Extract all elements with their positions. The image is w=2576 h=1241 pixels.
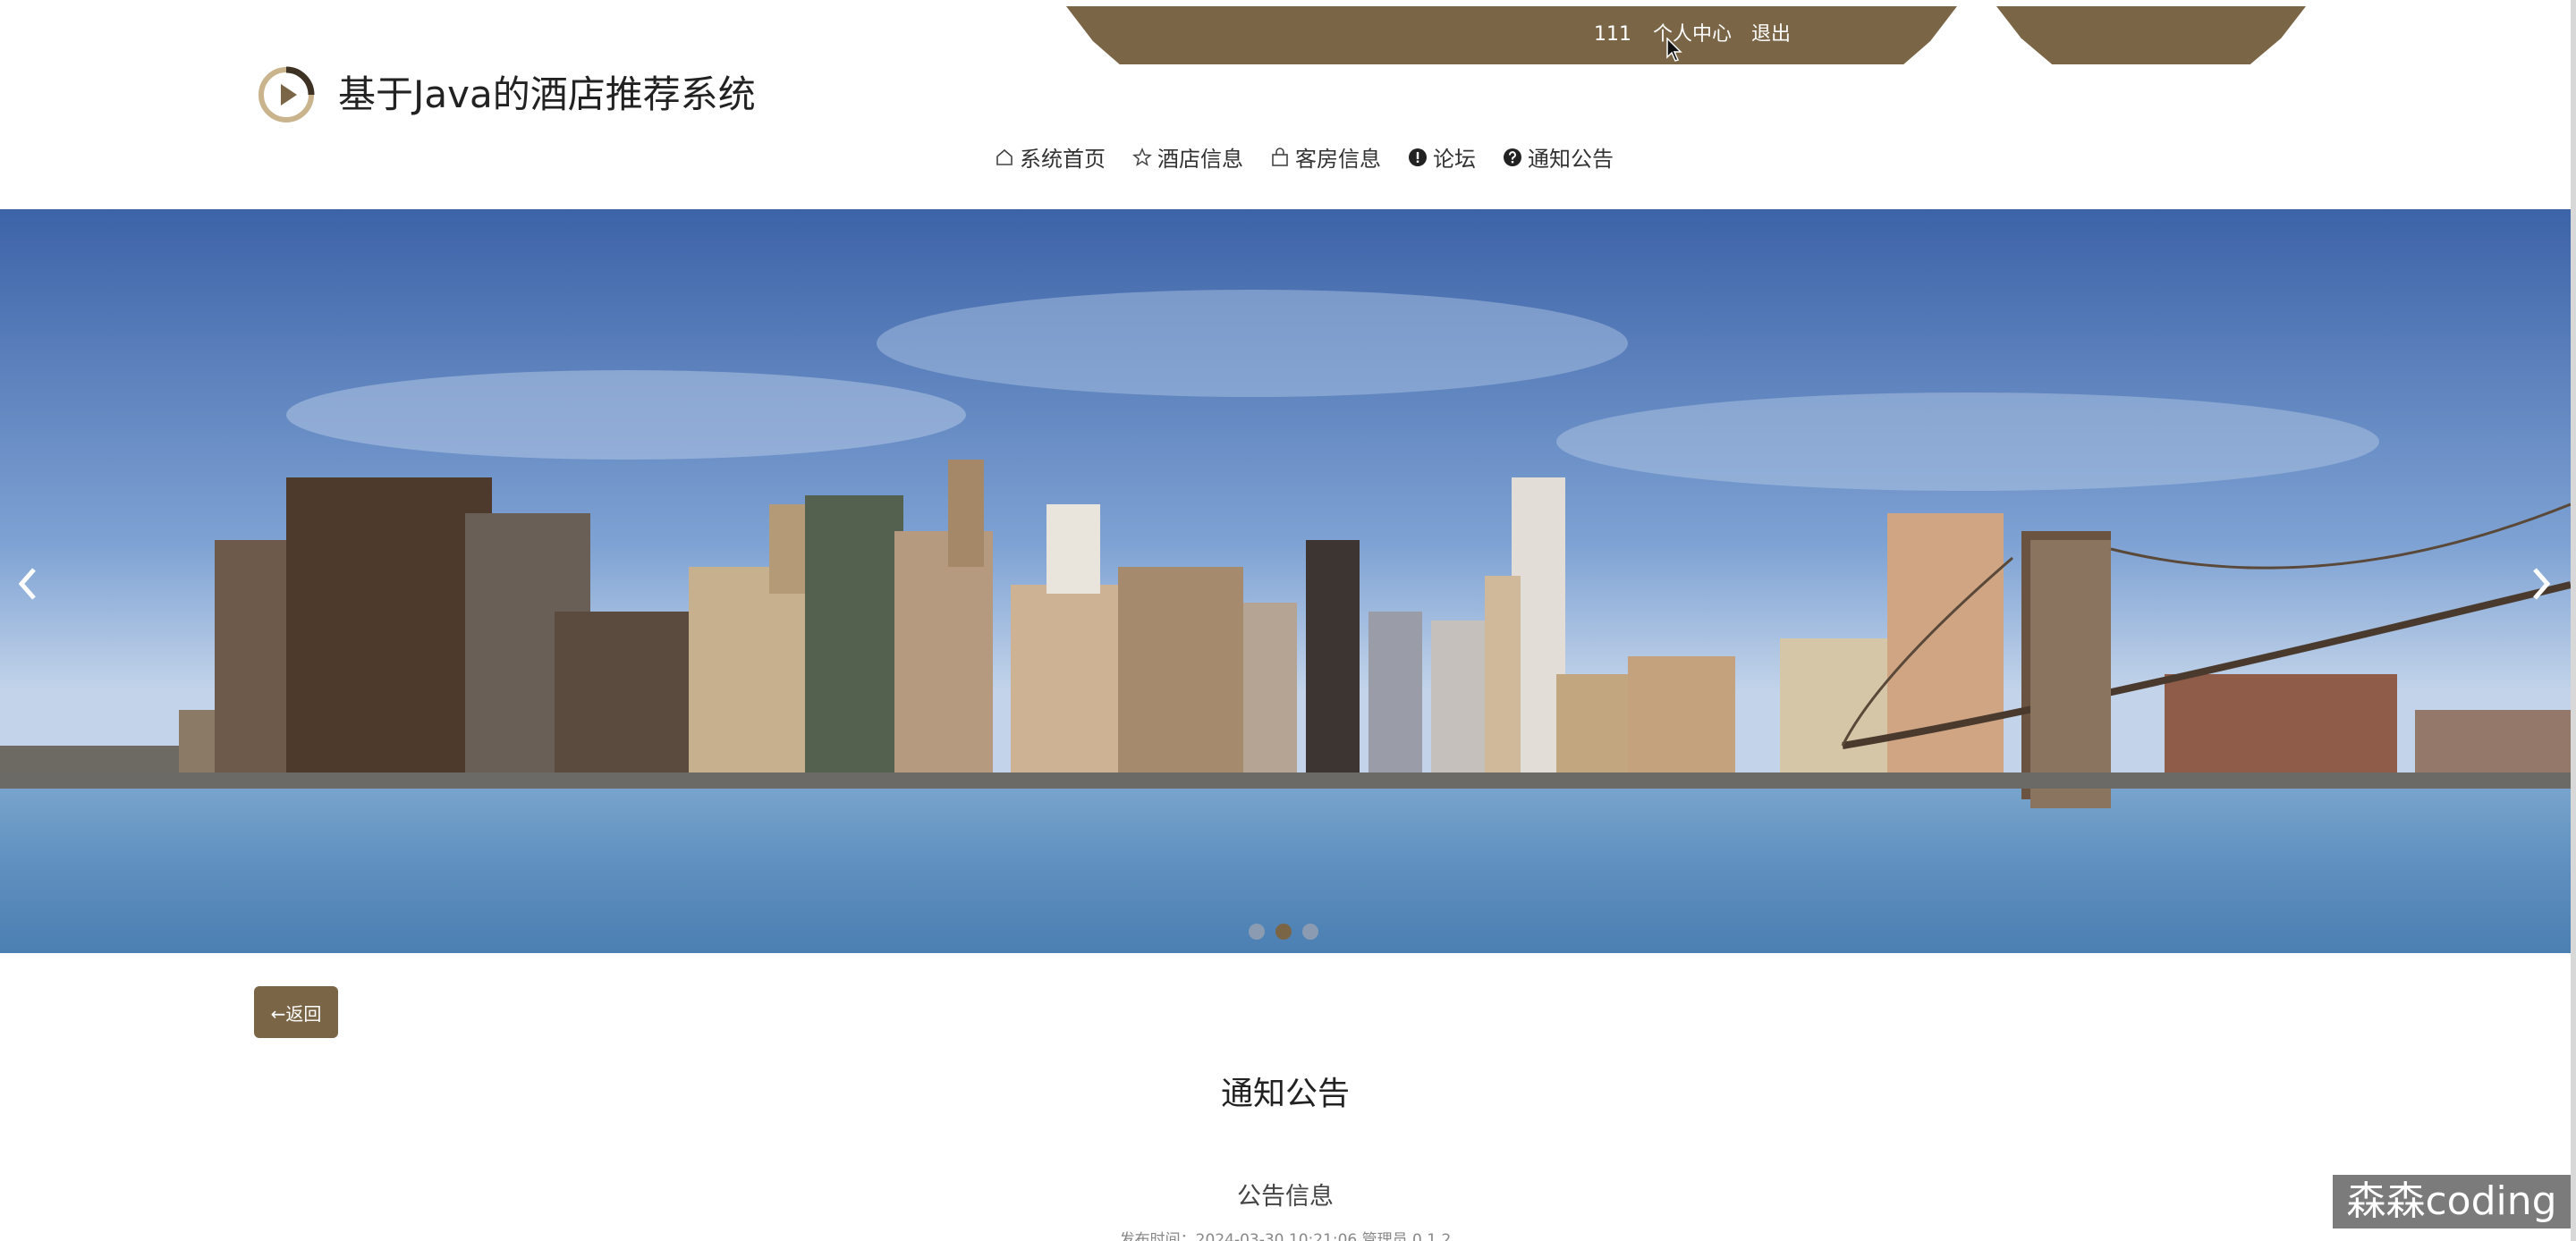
carousel-dot-active[interactable] [1275, 924, 1292, 940]
mouse-cursor-icon [1666, 38, 1682, 62]
carousel-next-button[interactable] [2524, 559, 2560, 609]
city-skyline-image [0, 209, 2571, 953]
carousel-dot[interactable] [1302, 924, 1318, 940]
home-icon [996, 148, 1013, 165]
username-label: 111 [1594, 23, 1631, 46]
exclamation-icon [1409, 148, 1427, 166]
page-title: 通知公告 [1220, 1076, 1350, 1112]
secondary-toolbar-tab [1996, 6, 2306, 64]
notice-title: 公告信息 [1237, 1183, 1334, 1211]
nav-item-label: 客房信息 [1295, 147, 1381, 172]
nav-item-forum[interactable]: 论坛 [1408, 141, 1476, 173]
question-icon [1504, 148, 1521, 166]
carousel-dot[interactable] [1249, 924, 1265, 940]
nav-item-hotels[interactable]: 酒店信息 [1132, 141, 1243, 173]
carousel-indicators [1249, 924, 1318, 940]
nav-item-label: 系统首页 [1020, 147, 1106, 172]
profile-link[interactable]: 个人中心 [1653, 22, 1732, 47]
main-nav: 系统首页 酒店信息 客房信息 论坛 通知公告 [995, 141, 1614, 173]
star-icon [1132, 147, 1152, 166]
nav-item-label: 通知公告 [1528, 147, 1614, 172]
nav-item-home[interactable]: 系统首页 [995, 141, 1106, 173]
chevron-left-icon [18, 568, 36, 600]
user-toolbar [1066, 6, 1957, 64]
site-logo-icon [258, 66, 315, 123]
site-title: 基于Java的酒店推荐系统 [338, 72, 756, 116]
back-button[interactable]: ←返回 [254, 986, 338, 1038]
watermark: 森森coding [2333, 1175, 2571, 1228]
logout-link[interactable]: 退出 [1751, 22, 1791, 47]
nav-item-rooms[interactable]: 客房信息 [1270, 141, 1381, 173]
bag-icon [1272, 147, 1288, 166]
nav-item-notices[interactable]: 通知公告 [1503, 141, 1614, 173]
nav-item-label: 论坛 [1433, 147, 1476, 172]
scrollbar-track[interactable] [2571, 0, 2576, 1241]
notice-meta: 发布时间：2024-03-30 10:21:06 管理员 0 1 2 [1119, 1231, 1452, 1241]
carousel-prev-button[interactable] [9, 559, 45, 609]
banner-carousel[interactable] [0, 209, 2571, 953]
chevron-right-icon [2533, 568, 2551, 600]
nav-item-label: 酒店信息 [1157, 147, 1243, 172]
